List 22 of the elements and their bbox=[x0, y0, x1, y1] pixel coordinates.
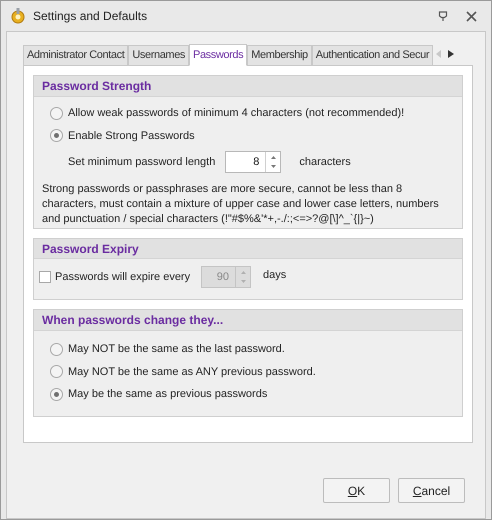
radio-label[interactable]: May NOT be the same as the last password. bbox=[68, 341, 285, 358]
tab[interactable]: Membership bbox=[247, 45, 312, 65]
tab[interactable]: Usernames bbox=[128, 45, 190, 65]
group-title: Password Expiry bbox=[34, 239, 462, 259]
radio-label[interactable]: May NOT be the same as ANY previous password. bbox=[68, 364, 316, 380]
spin-field[interactable]: 8 bbox=[225, 151, 282, 173]
unit-label: characters bbox=[299, 154, 351, 170]
radio-label[interactable]: Enable Strong Passwords bbox=[68, 128, 195, 144]
radio-label[interactable]: May be the same as previous passwords bbox=[68, 386, 268, 402]
group-title: Password Strength bbox=[34, 76, 462, 97]
window-title: Settings and Defaults bbox=[33, 8, 148, 25]
description-text: Strong passwords or passphrases are more secure, cannot be less than 8 characters, must contain a mixture of upper case and lower case letters, numbers and punctuation / special characters (!"#$%&'*+,-./:;<=>?@[\]^_`{|}~) bbox=[42, 182, 440, 227]
tab[interactable]: Passwords bbox=[189, 44, 248, 66]
group-title: When passwords change they... bbox=[34, 310, 462, 331]
radio-label[interactable]: Allow weak passwords of minimum 4 characters (not recommended)! bbox=[68, 105, 404, 122]
tab[interactable]: Administrator Contact bbox=[23, 45, 128, 65]
checkbox-label[interactable]: Passwords will expire every bbox=[55, 268, 201, 286]
dialog-button[interactable]: Cancel bbox=[398, 478, 465, 503]
unit-label: days bbox=[263, 268, 286, 283]
field-label: Set minimum password length bbox=[68, 154, 216, 170]
tab[interactable]: Authentication and Secur bbox=[312, 45, 434, 65]
dialog-button[interactable]: OK bbox=[323, 478, 390, 503]
